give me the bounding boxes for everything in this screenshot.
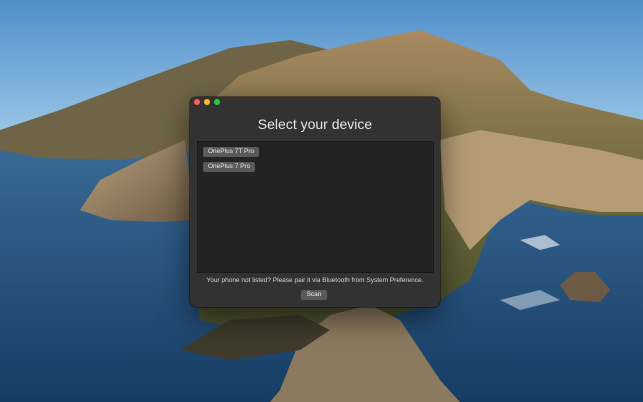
scan-button[interactable]: Scan xyxy=(301,290,327,300)
device-item-oneplus-7-pro[interactable]: OnePlus 7 Pro xyxy=(203,162,256,172)
minimize-icon[interactable] xyxy=(204,99,210,105)
window-titlebar[interactable] xyxy=(190,97,440,107)
close-icon[interactable] xyxy=(194,99,200,105)
pairing-hint-text: Your phone not listed? Please pair it vi… xyxy=(206,277,424,284)
device-item-oneplus-7t-pro[interactable]: OnePlus 7T Pro xyxy=(203,147,260,157)
window-heading: Select your device xyxy=(257,116,373,132)
maximize-icon[interactable] xyxy=(214,99,220,105)
desktop: Select your device OnePlus 7T Pro OnePlu… xyxy=(0,0,643,402)
device-list[interactable]: OnePlus 7T Pro OnePlus 7 Pro xyxy=(197,141,434,273)
device-selection-window: Select your device OnePlus 7T Pro OnePlu… xyxy=(190,97,440,307)
